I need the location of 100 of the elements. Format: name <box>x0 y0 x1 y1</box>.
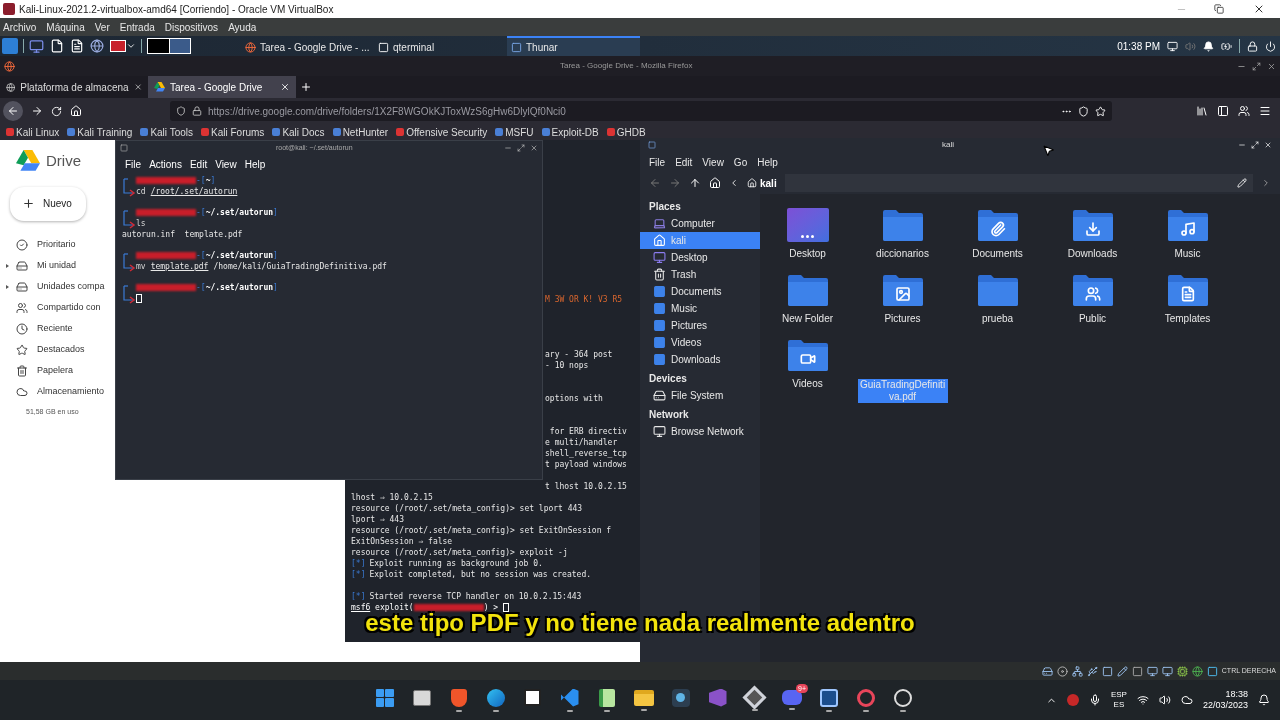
address-bar[interactable]: https://drive.google.com/drive/folders/1X2F8WGOkKJToxWzS6gHw6DlylQf0Nci0 <box>170 101 1112 121</box>
menu-item[interactable]: View <box>702 154 724 170</box>
power-icon[interactable] <box>1265 40 1276 52</box>
bookmark[interactable]: Kali Training <box>67 124 133 140</box>
display-icon[interactable] <box>1161 665 1173 677</box>
cloud-icon[interactable] <box>1180 694 1193 706</box>
display-icon[interactable] <box>1146 665 1158 677</box>
sidebar-item[interactable]: Videos <box>640 334 760 351</box>
scroll-left-button[interactable] <box>729 178 739 188</box>
menu-item[interactable]: Archivo <box>3 19 37 35</box>
workspace-switcher[interactable] <box>147 38 191 54</box>
menu-item[interactable]: Actions <box>149 156 182 172</box>
taskbar-button[interactable]: Thunar <box>507 36 640 56</box>
sidebar-item[interactable]: Computer <box>640 215 760 232</box>
display-icon[interactable] <box>1167 40 1178 52</box>
sidebar-item[interactable]: Music <box>640 300 760 317</box>
bookmark[interactable]: Kali Docs <box>272 124 325 140</box>
nav-item[interactable]: Compartido con <box>10 297 115 319</box>
browser-tab[interactable]: Tarea - Google Drive <box>148 76 296 98</box>
nav-item[interactable]: Mi unidad <box>10 255 115 277</box>
file-label[interactable]: Music <box>1172 248 1203 260</box>
file-label[interactable]: New Folder <box>779 313 836 325</box>
sidebar-item[interactable]: Desktop <box>640 249 760 266</box>
microphone-icon[interactable] <box>1088 694 1101 706</box>
ribbon-icon[interactable] <box>708 688 727 707</box>
menu-item[interactable]: Help <box>244 156 266 172</box>
volume-icon[interactable] <box>1158 694 1171 706</box>
wave-icon[interactable] <box>486 688 505 707</box>
bookmark[interactable]: Kali Linux <box>6 124 60 140</box>
disc-icon[interactable] <box>1056 665 1068 677</box>
file-label[interactable]: Pictures <box>882 313 923 325</box>
task-view-icon[interactable] <box>412 689 431 706</box>
file-label[interactable]: Documents <box>970 248 1025 260</box>
notebook-icon[interactable] <box>524 689 541 706</box>
notification-icon[interactable] <box>1203 40 1214 52</box>
scroll-right-button[interactable] <box>1261 178 1271 188</box>
bookmark[interactable]: Exploit-DB <box>541 124 599 140</box>
back-button[interactable] <box>3 101 23 121</box>
caret-icon[interactable] <box>6 285 9 289</box>
globe-icon[interactable] <box>1191 665 1203 677</box>
globe-icon[interactable] <box>90 39 104 53</box>
file-label[interactable]: Desktop <box>787 248 828 260</box>
new-button[interactable]: Nuevo <box>10 186 86 221</box>
nav-item[interactable]: Prioritario <box>10 234 115 256</box>
sidebar-item[interactable]: Downloads <box>640 351 760 368</box>
pencil-icon[interactable] <box>1116 665 1128 677</box>
account-icon[interactable] <box>1238 105 1250 117</box>
bookmark[interactable]: GHDB <box>606 124 646 140</box>
maximize-button[interactable] <box>1251 141 1259 149</box>
menu-item[interactable]: Dispositivos <box>164 19 219 35</box>
square-icon[interactable] <box>1131 665 1143 677</box>
nav-item[interactable]: Papelera <box>10 360 115 382</box>
desktop-icon[interactable] <box>29 38 44 54</box>
wifi-icon[interactable] <box>1136 694 1149 706</box>
library-icon[interactable] <box>1196 105 1208 117</box>
sidebar-item[interactable]: Documents <box>640 283 760 300</box>
maximize-button[interactable] <box>517 144 525 152</box>
menu-icon[interactable] <box>1259 105 1271 117</box>
home-button[interactable] <box>709 177 721 189</box>
close-icon[interactable] <box>280 82 290 92</box>
home-button[interactable] <box>70 105 82 117</box>
sidebar-item[interactable]: File System <box>640 387 760 404</box>
file-label[interactable]: Templates <box>1162 313 1213 325</box>
new-tab-button[interactable] <box>300 81 312 93</box>
clock[interactable]: 18:38 22/03/2023 <box>1202 689 1248 711</box>
star-icon[interactable] <box>1095 105 1106 117</box>
cube-outline-icon[interactable] <box>819 688 838 707</box>
bookmark[interactable]: NetHunter <box>332 124 389 140</box>
cpu-icon[interactable] <box>1176 665 1188 677</box>
app-icon[interactable] <box>1066 694 1079 706</box>
sidebar-item[interactable]: Browse Network <box>640 423 760 440</box>
notification-icon[interactable] <box>1258 694 1270 706</box>
close-button[interactable] <box>530 144 538 152</box>
menu-item[interactable]: File <box>649 154 666 170</box>
file-label[interactable]: diccionarios <box>874 248 931 260</box>
nav-item[interactable]: Destacados <box>10 339 115 361</box>
sidebar-item[interactable]: Pictures <box>640 317 760 334</box>
minimize-button[interactable] <box>1238 141 1246 149</box>
file-label[interactable]: Videos <box>790 378 825 390</box>
iris-icon[interactable] <box>671 688 690 707</box>
caret-icon[interactable] <box>126 41 136 51</box>
chat-icon[interactable] <box>781 690 802 705</box>
menu-item[interactable]: Edit <box>189 156 208 172</box>
ring-icon[interactable] <box>856 688 875 707</box>
menu-item[interactable]: Ayuda <box>228 19 257 35</box>
language-indicator[interactable]: ESP ES <box>1110 690 1127 710</box>
file-label[interactable]: prueba <box>979 313 1016 325</box>
caret-icon[interactable] <box>6 264 9 268</box>
close-icon[interactable] <box>133 82 142 92</box>
browser-tab[interactable]: Plataforma de almacena <box>0 76 148 98</box>
up-button[interactable] <box>689 177 701 189</box>
menu-item[interactable]: Help <box>757 154 778 170</box>
menu-item[interactable]: Entrada <box>119 19 155 35</box>
menu-item[interactable]: View <box>215 156 237 172</box>
file-label[interactable]: Downloads <box>1065 248 1120 260</box>
network-icon[interactable] <box>1071 665 1083 677</box>
bookmark[interactable]: Offensive Security <box>396 124 488 140</box>
taskbar-button[interactable]: Tarea - Google Drive - ... <box>241 36 374 56</box>
start-icon[interactable] <box>375 688 394 707</box>
document-icon[interactable] <box>70 39 84 53</box>
